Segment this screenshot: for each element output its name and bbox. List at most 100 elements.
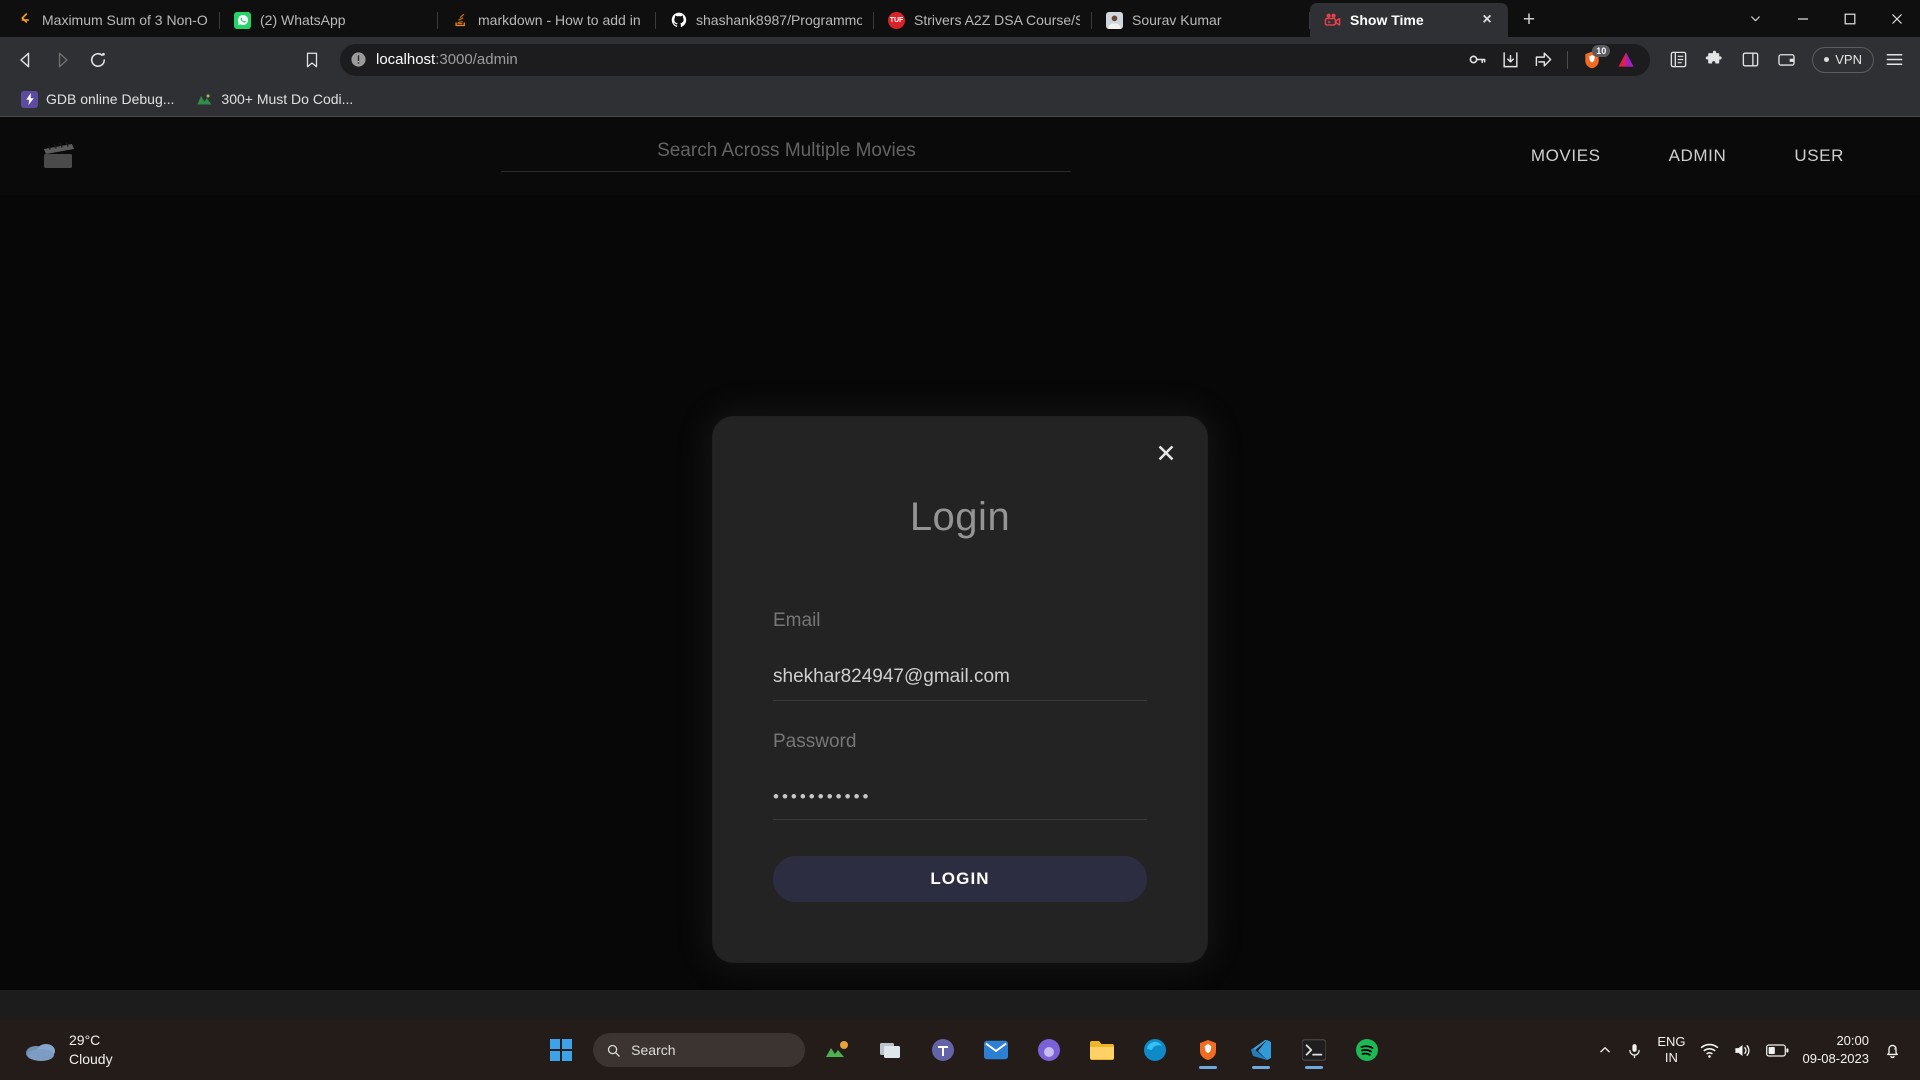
- forward-arrow-icon[interactable]: [46, 44, 78, 76]
- nav-link-user[interactable]: USER: [1760, 136, 1878, 176]
- bookmark-icon[interactable]: [296, 44, 328, 76]
- password-input[interactable]: •••••••••••: [773, 787, 1147, 820]
- language-indicator[interactable]: ENG IN: [1657, 1034, 1685, 1067]
- edge-copilot-icon[interactable]: [1028, 1029, 1070, 1071]
- reading-list-icon[interactable]: [1662, 44, 1694, 76]
- takeuforward-icon: TUF: [888, 12, 905, 29]
- bookmark-must-do-coding[interactable]: 300+ Must Do Codi...: [187, 87, 362, 112]
- close-icon[interactable]: ✕: [1149, 437, 1183, 471]
- close-window-button[interactable]: [1873, 0, 1920, 37]
- weather-temp: 29°C: [69, 1032, 100, 1048]
- vpn-button[interactable]: VPN: [1812, 47, 1874, 73]
- mail-icon[interactable]: [975, 1029, 1017, 1071]
- address-bar[interactable]: localhost:3000/admin 10: [340, 44, 1650, 76]
- weather-text: 29°C Cloudy: [69, 1031, 113, 1069]
- browser-tab-sourav-kumar[interactable]: Sourav Kumar: [1092, 3, 1310, 37]
- leetcode-icon: [16, 12, 33, 29]
- puzzle-icon[interactable]: [1698, 44, 1730, 76]
- brave-shield-icon[interactable]: 10: [1582, 50, 1602, 70]
- web-page: Search Across Multiple Movies MOVIES ADM…: [0, 117, 1920, 990]
- tab-close-button[interactable]: ×: [1478, 11, 1496, 29]
- brave-triangle-icon[interactable]: [1616, 50, 1636, 70]
- browser-tab-takeuforward[interactable]: TUF Strivers A2Z DSA Course/S: [874, 3, 1092, 37]
- widgets-icon[interactable]: [816, 1029, 858, 1071]
- wifi-icon[interactable]: [1700, 1042, 1719, 1059]
- site-info-icon[interactable]: [350, 51, 367, 68]
- tab-title: Show Time: [1350, 12, 1469, 28]
- movie-camera-icon: [1324, 12, 1341, 29]
- sidebar-icon[interactable]: [1734, 44, 1766, 76]
- search-icon: [606, 1043, 621, 1058]
- show-hidden-icons-icon[interactable]: [1598, 1043, 1612, 1057]
- brave-icon[interactable]: [1187, 1029, 1229, 1071]
- windows-taskbar: 29°C Cloudy Search: [0, 1020, 1920, 1080]
- notification-bell-icon[interactable]: z: [1883, 1041, 1902, 1060]
- movie-clapper-icon[interactable]: [42, 141, 76, 171]
- tab-search-button[interactable]: [1732, 0, 1779, 37]
- browser-toolbar: localhost:3000/admin 10: [0, 37, 1920, 82]
- clock[interactable]: 20:00 09-08-2023: [1803, 1032, 1870, 1067]
- bookmark-gdb-online-debug[interactable]: GDB online Debug...: [12, 87, 183, 112]
- taskbar-search-input[interactable]: Search: [593, 1033, 805, 1067]
- battery-icon[interactable]: [1766, 1044, 1789, 1057]
- app-search-container: Search Across Multiple Movies: [76, 140, 1497, 172]
- email-input[interactable]: shekhar824947@gmail.com: [773, 666, 1147, 701]
- weather-widget[interactable]: 29°C Cloudy: [0, 1031, 330, 1069]
- app-header: Search Across Multiple Movies MOVIES ADM…: [0, 117, 1920, 195]
- reload-icon[interactable]: [82, 44, 114, 76]
- shield-count-badge: 10: [1592, 45, 1610, 58]
- task-view-icon[interactable]: [869, 1029, 911, 1071]
- volume-icon[interactable]: [1733, 1042, 1752, 1059]
- download-icon[interactable]: [1501, 50, 1520, 69]
- maximize-button[interactable]: [1826, 0, 1873, 37]
- share-icon[interactable]: [1534, 50, 1553, 69]
- browser-tab-show-time[interactable]: Show Time ×: [1310, 3, 1508, 37]
- search-input[interactable]: Search Across Multiple Movies: [501, 140, 1071, 172]
- browser-tab-leetcode[interactable]: Maximum Sum of 3 Non-O: [2, 3, 220, 37]
- login-button[interactable]: LOGIN: [773, 856, 1147, 902]
- spotify-icon[interactable]: [1346, 1029, 1388, 1071]
- hamburger-menu-icon[interactable]: [1878, 44, 1910, 76]
- modal-title: Login: [773, 417, 1147, 540]
- terminal-icon[interactable]: [1293, 1029, 1335, 1071]
- vpn-status-dot: [1824, 57, 1829, 62]
- url-path: :3000/admin: [435, 51, 518, 68]
- back-arrow-icon[interactable]: [10, 44, 42, 76]
- address-bar-actions: 10: [1468, 50, 1640, 70]
- browser-window: Maximum Sum of 3 Non-O (2) WhatsApp mark…: [0, 0, 1920, 1020]
- microphone-icon[interactable]: [1626, 1042, 1643, 1059]
- search-placeholder: Search Across Multiple Movies: [657, 140, 916, 161]
- tab-title: Sourav Kumar: [1132, 12, 1298, 28]
- tab-title: markdown - How to add in: [478, 12, 644, 28]
- new-tab-button[interactable]: +: [1514, 5, 1544, 35]
- minimize-button[interactable]: [1779, 0, 1826, 37]
- system-tray: ENG IN 20:00 09-08-2023 z: [1598, 1032, 1920, 1067]
- bookmark-label: GDB online Debug...: [46, 91, 174, 107]
- nav-link-admin[interactable]: ADMIN: [1635, 136, 1761, 176]
- github-icon: [670, 12, 687, 29]
- windows-start-icon[interactable]: [540, 1029, 582, 1071]
- browser-tab-github[interactable]: shashank8987/Programmo: [656, 3, 874, 37]
- taskbar-apps: Search: [330, 1029, 1598, 1071]
- browser-tab-stackoverflow[interactable]: markdown - How to add in: [438, 3, 656, 37]
- tab-title: Maximum Sum of 3 Non-O: [42, 12, 208, 28]
- browser-tab-whatsapp[interactable]: (2) WhatsApp: [220, 3, 438, 37]
- edge-icon[interactable]: [1134, 1029, 1176, 1071]
- vpn-label: VPN: [1835, 52, 1862, 67]
- vscode-icon[interactable]: [1240, 1029, 1282, 1071]
- clock-date: 09-08-2023: [1803, 1051, 1870, 1066]
- wallet-icon[interactable]: [1770, 44, 1802, 76]
- bookmarks-bar: GDB online Debug... 300+ Must Do Codi...: [0, 82, 1920, 117]
- url-host: localhost: [376, 51, 435, 68]
- whatsapp-icon: [234, 12, 251, 29]
- bookmark-label: 300+ Must Do Codi...: [221, 91, 353, 107]
- teams-icon[interactable]: [922, 1029, 964, 1071]
- login-modal: ✕ Login Email shekhar824947@gmail.com Pa…: [713, 417, 1207, 962]
- file-explorer-icon[interactable]: [1081, 1029, 1123, 1071]
- nav-link-movies[interactable]: MOVIES: [1497, 136, 1635, 176]
- avatar-icon: [1106, 12, 1123, 29]
- stackoverflow-icon: [452, 12, 469, 29]
- toolbar-divider: [1567, 51, 1568, 69]
- url-text: localhost:3000/admin: [376, 51, 1459, 68]
- key-icon[interactable]: [1468, 50, 1487, 69]
